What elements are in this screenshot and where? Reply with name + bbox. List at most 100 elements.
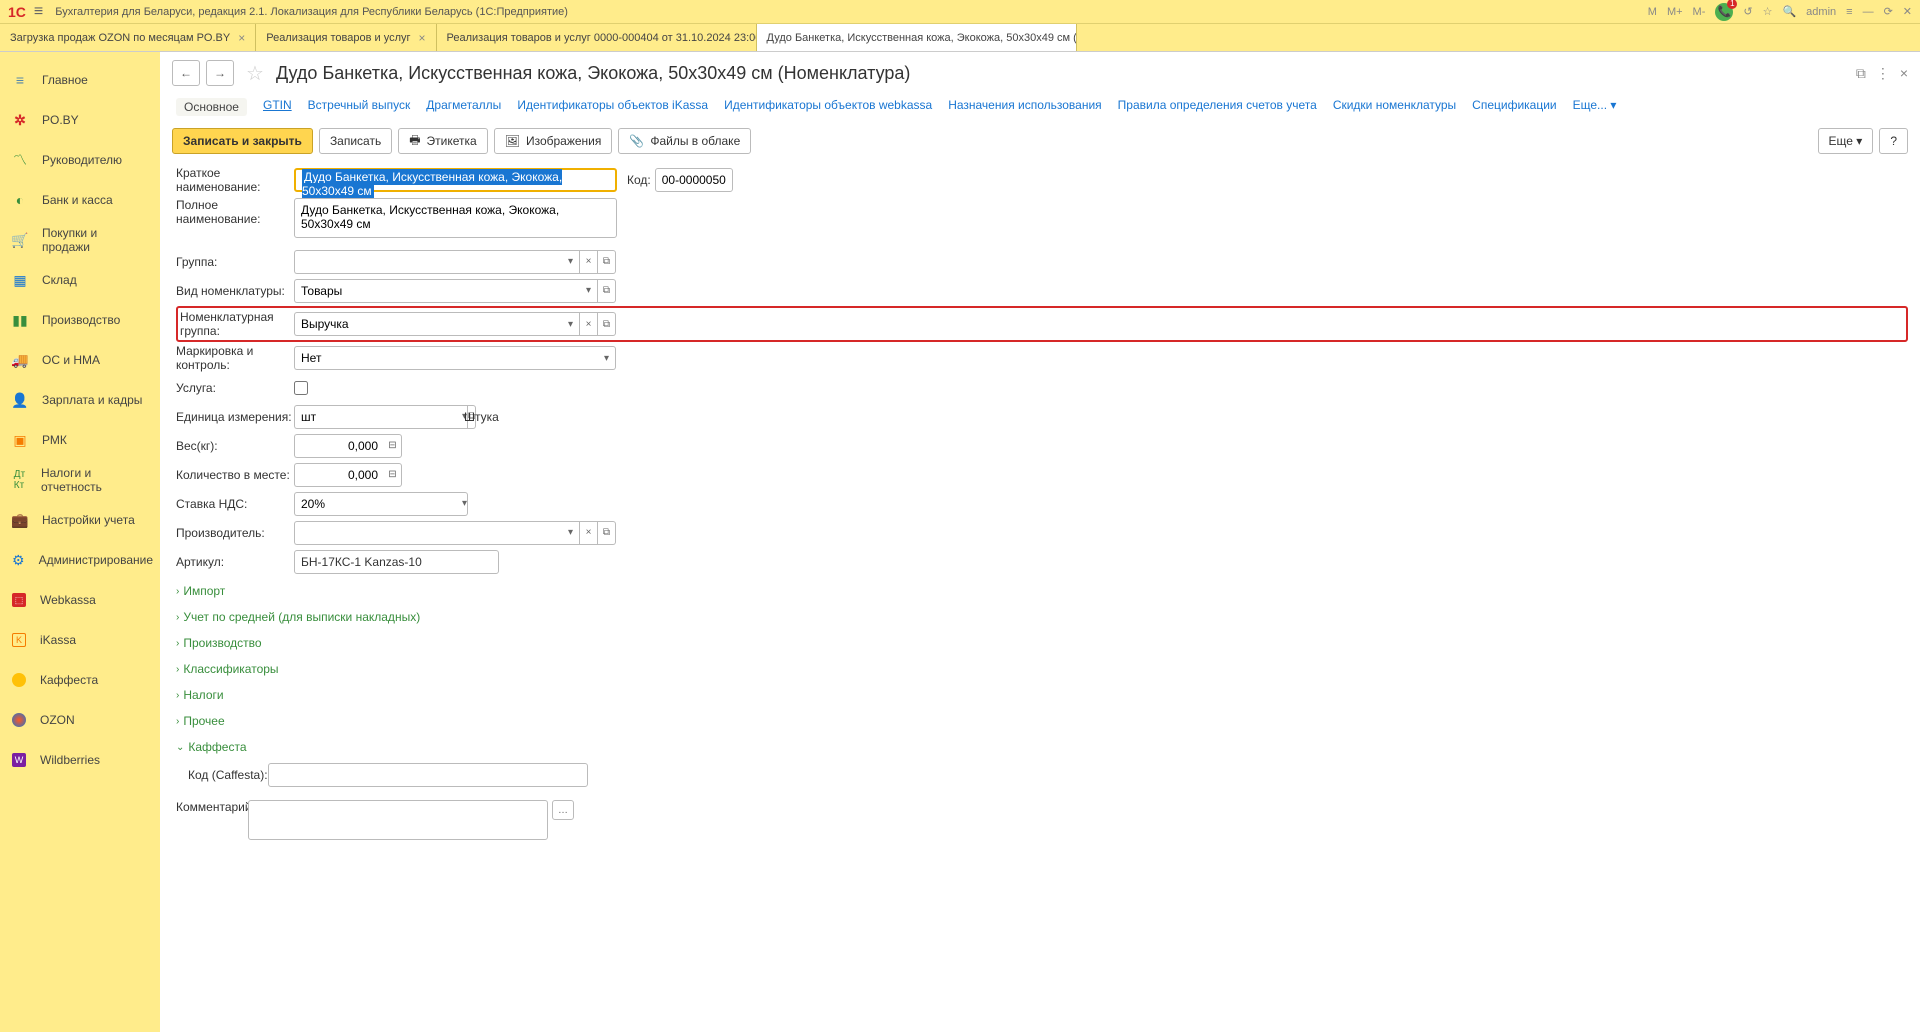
save-button[interactable]: Записать — [319, 128, 392, 154]
stepper-icon[interactable]: ⊟ — [384, 434, 402, 458]
marking-field[interactable] — [294, 346, 598, 370]
help-button[interactable]: ? — [1879, 128, 1908, 154]
subtab-account-rules[interactable]: Правила определения счетов учета — [1118, 98, 1317, 116]
dropdown-icon[interactable]: ▾ — [580, 279, 598, 303]
subtab-purposes[interactable]: Назначения использования — [948, 98, 1101, 116]
sidebar-item-rmk[interactable]: ▣РМК — [0, 420, 160, 460]
favorite-icon[interactable]: ☆ — [1763, 5, 1773, 18]
dropdown-icon[interactable]: ▾ — [562, 312, 580, 336]
more-button[interactable]: Еще ▾ — [1818, 128, 1874, 154]
clear-icon[interactable]: × — [580, 521, 598, 545]
settings-icon[interactable]: ≡ — [1846, 6, 1852, 18]
service-checkbox[interactable] — [294, 381, 308, 395]
close-page-icon[interactable]: × — [1900, 65, 1908, 82]
sidebar-item-manager[interactable]: 〽Руководителю — [0, 140, 160, 180]
images-button[interactable]: 🖼Изображения — [494, 128, 613, 154]
label-button[interactable]: 🖶Этикетка — [398, 128, 488, 154]
open-icon[interactable]: ⧉ — [598, 521, 616, 545]
sidebar-item-tax[interactable]: ДтКтНалоги и отчетность — [0, 460, 160, 500]
subtab-metals[interactable]: Драгметаллы — [426, 98, 501, 116]
maximize-icon[interactable]: ⟳ — [1884, 5, 1893, 18]
memory-mminus[interactable]: M- — [1693, 6, 1706, 18]
close-icon[interactable]: × — [238, 31, 245, 45]
sidebar-item-webkassa[interactable]: ⬚Webkassa — [0, 580, 160, 620]
qty-input[interactable] — [294, 463, 384, 487]
open-icon[interactable]: ⧉ — [598, 312, 616, 336]
open-icon[interactable]: ⧉ — [598, 250, 616, 274]
sidebar-item-ikassa[interactable]: KiKassa — [0, 620, 160, 660]
section-import[interactable]: ›Импорт — [176, 581, 1908, 601]
nav-back-button[interactable]: ← — [172, 60, 200, 86]
weight-input[interactable] — [294, 434, 384, 458]
dropdown-icon[interactable]: ▾ — [562, 250, 580, 274]
subtab-more[interactable]: Еще... ▾ — [1573, 98, 1617, 116]
section-taxes[interactable]: ›Налоги — [176, 685, 1908, 705]
tab-realization-doc[interactable]: Реализация товаров и услуг 0000-000404 о… — [437, 24, 757, 51]
vat-field[interactable] — [294, 492, 462, 516]
sidebar-item-production[interactable]: ▮▮Производство — [0, 300, 160, 340]
tab-realization[interactable]: Реализация товаров и услуг× — [256, 24, 436, 51]
clear-icon[interactable]: × — [580, 312, 598, 336]
sidebar-item-caffesta[interactable]: Каффеста — [0, 660, 160, 700]
marking-input[interactable]: ▾ — [294, 346, 616, 370]
history-icon[interactable]: ↺ — [1743, 5, 1752, 18]
close-icon[interactable]: × — [419, 31, 426, 45]
section-classifiers[interactable]: ›Классификаторы — [176, 659, 1908, 679]
sku-input[interactable] — [294, 550, 499, 574]
comment-input[interactable] — [248, 800, 548, 840]
memory-mplus[interactable]: M+ — [1667, 6, 1683, 18]
sidebar-item-settings[interactable]: 💼Настройки учета — [0, 500, 160, 540]
close-window-icon[interactable]: ✕ — [1903, 5, 1912, 18]
user-label[interactable]: admin — [1806, 6, 1836, 18]
stepper-icon[interactable]: ⊟ — [384, 463, 402, 487]
comment-expand-button[interactable]: … — [552, 800, 574, 820]
sidebar-item-main[interactable]: ≡Главное — [0, 60, 160, 100]
section-production[interactable]: ›Производство — [176, 633, 1908, 653]
kind-input[interactable]: ▾⧉ — [294, 279, 616, 303]
cloud-files-button[interactable]: 📎Файлы в облаке — [618, 128, 751, 154]
nomgroup-field[interactable] — [294, 312, 562, 336]
code-input[interactable] — [655, 168, 733, 192]
notifications-icon[interactable]: 📞 — [1715, 3, 1733, 21]
sidebar-item-admin[interactable]: ⚙Администрирование — [0, 540, 160, 580]
subtab-main[interactable]: Основное — [176, 98, 247, 116]
memory-m[interactable]: M — [1648, 6, 1657, 18]
hamburger-icon[interactable]: ≡ — [34, 3, 43, 21]
favorite-star-icon[interactable]: ☆ — [246, 61, 264, 86]
sidebar-item-stock[interactable]: ▦Склад — [0, 260, 160, 300]
nav-forward-button[interactable]: → — [206, 60, 234, 86]
group-field[interactable] — [294, 250, 562, 274]
unit-field[interactable] — [294, 405, 462, 429]
sidebar-item-shopping[interactable]: 🛒Покупки и продажи — [0, 220, 160, 260]
subtab-ikassa-ids[interactable]: Идентификаторы объектов iKassa — [517, 98, 708, 116]
subtab-discounts[interactable]: Скидки номенклатуры — [1333, 98, 1456, 116]
sidebar-item-ozon[interactable]: OZON — [0, 700, 160, 740]
save-and-close-button[interactable]: Записать и закрыть — [172, 128, 313, 154]
unit-input[interactable]: ▾⧉ — [294, 405, 454, 429]
maker-field[interactable] — [294, 521, 562, 545]
search-icon[interactable]: 🔍 — [1782, 5, 1796, 18]
dropdown-icon[interactable]: ▾ — [598, 346, 616, 370]
open-icon[interactable]: ⧉ — [598, 279, 616, 303]
nomgroup-input[interactable]: ▾×⧉ — [294, 312, 616, 336]
sidebar-item-bank[interactable]: ◐Банк и касса — [0, 180, 160, 220]
group-input[interactable]: ▾×⧉ — [294, 250, 616, 274]
minimize-icon[interactable]: — — [1863, 6, 1874, 18]
link-icon[interactable]: ⧉ — [1856, 65, 1866, 82]
maker-input[interactable]: ▾×⧉ — [294, 521, 616, 545]
tab-nomenclature[interactable]: Дудо Банкетка, Искусственная кожа, Экоко… — [757, 24, 1077, 51]
full-name-input[interactable]: Дудо Банкетка, Искусственная кожа, Экоко… — [294, 198, 617, 238]
clear-icon[interactable]: × — [580, 250, 598, 274]
subtab-webkassa-ids[interactable]: Идентификаторы объектов webkassa — [724, 98, 932, 116]
tab-ozon-load[interactable]: Загрузка продаж OZON по месяцам PO.BY× — [0, 24, 256, 51]
subtab-counter[interactable]: Встречный выпуск — [308, 98, 411, 116]
sidebar-item-poby[interactable]: ✲PO.BY — [0, 100, 160, 140]
panel-toggle-icon[interactable]: ⋮ — [1876, 65, 1890, 82]
dropdown-icon[interactable]: ▾ — [562, 521, 580, 545]
vat-input[interactable]: ▾ — [294, 492, 414, 516]
sidebar-item-wildberries[interactable]: WWildberries — [0, 740, 160, 780]
subtab-specs[interactable]: Спецификации — [1472, 98, 1556, 116]
dropdown-icon[interactable]: ▾ — [462, 492, 468, 516]
section-caffesta[interactable]: ⌄Каффеста — [176, 737, 1908, 757]
section-avg[interactable]: ›Учет по средней (для выписки накладных) — [176, 607, 1908, 627]
